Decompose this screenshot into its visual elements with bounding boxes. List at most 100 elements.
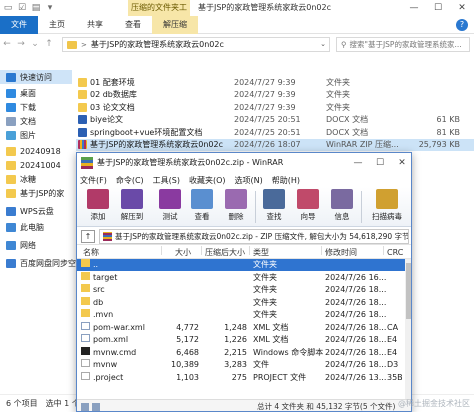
- archive-path-text: 基于JSP的家政管理系统家政云0n02c.zip - ZIP 压缩文件, 解包大…: [115, 232, 409, 241]
- column-divider[interactable]: [383, 246, 384, 255]
- new-folder-icon[interactable]: ▤: [31, 3, 41, 13]
- column-divider[interactable]: [249, 246, 250, 255]
- close-icon[interactable]: ✕: [450, 0, 474, 16]
- menu-file[interactable]: 文件(F): [80, 175, 107, 186]
- archive-path-field[interactable]: 基于JSP的家政管理系统家政云0n02c.zip - ZIP 压缩文件, 解包大…: [99, 229, 409, 244]
- toolbar-button[interactable]: 删除: [219, 189, 256, 225]
- sidebar-item[interactable]: WPS云盘: [6, 204, 54, 218]
- toolbar-button[interactable]: 查找: [257, 189, 291, 225]
- tab-home[interactable]: 主页: [38, 16, 76, 34]
- file-date: 2024/7/26 18:07: [234, 140, 301, 149]
- archive-row[interactable]: pom.xml 5,172 1,226 XML 文档 2024/7/26 18... E4: [77, 334, 405, 346]
- column-modified[interactable]: 修改时间: [325, 246, 357, 259]
- toolbar-button[interactable]: 查看: [185, 189, 219, 225]
- column-size[interactable]: 大小: [175, 246, 191, 259]
- up-arrow-icon[interactable]: ↑: [42, 37, 56, 51]
- sidebar-item[interactable]: 下载: [6, 100, 36, 114]
- column-divider[interactable]: [161, 246, 162, 255]
- file-row[interactable]: 01 配套环境 2024/7/27 9:39 文件夹: [76, 76, 474, 88]
- column-divider[interactable]: [321, 246, 322, 255]
- tab-view[interactable]: 查看: [114, 16, 152, 34]
- file-row[interactable]: springboot+vue环境配置文档 2024/7/25 20:51 DOCX …: [76, 126, 474, 138]
- archive-row-size: 5,172: [176, 335, 199, 344]
- zip-icon: [103, 232, 112, 241]
- close-icon[interactable]: ✕: [391, 153, 411, 173]
- archive-row[interactable]: .mvn 文件夹 2024/7/26 18...: [77, 309, 405, 321]
- maximize-icon[interactable]: ☐: [426, 0, 450, 16]
- archive-row-mtime: 2024/7/26 18...: [325, 335, 387, 344]
- sidebar-item-label: 文档: [20, 116, 36, 126]
- archive-row[interactable]: .. 文件夹: [77, 259, 405, 271]
- tab-share[interactable]: 共享: [76, 16, 114, 34]
- breadcrumb-current[interactable]: 基于JSP的家政管理系统家政云0n02c: [91, 39, 224, 50]
- toolbar-button[interactable]: 添加: [81, 189, 115, 225]
- file-row[interactable]: biye论文 2024/7/25 20:51 DOCX 文档 61 KB: [76, 114, 474, 126]
- sidebar-item[interactable]: 图片: [6, 128, 36, 142]
- archive-row-packed: 3,283: [224, 360, 247, 369]
- tab-extract[interactable]: 解压缩: [152, 15, 198, 34]
- word-document-icon: [78, 115, 87, 124]
- sidebar-item[interactable]: 文档: [6, 114, 36, 128]
- sidebar-item[interactable]: 20240918: [6, 144, 61, 158]
- winrar-titlebar: 基于JSP的家政管理系统家政云0n02c.zip - WinRAR — ☐ ✕: [77, 153, 411, 173]
- sidebar-item[interactable]: 此电脑: [6, 220, 44, 234]
- minimize-icon[interactable]: —: [347, 153, 369, 173]
- up-folder-button[interactable]: ↑: [81, 229, 95, 243]
- archive-row[interactable]: mvnw 10,389 3,283 文件 2024/7/26 18... D3: [77, 359, 405, 371]
- tab-file[interactable]: 文件: [0, 15, 38, 34]
- file-row[interactable]: 03 论文文档 2024/7/27 9:39 文件夹: [76, 101, 474, 113]
- winrar-window-controls: — ☐ ✕: [347, 153, 411, 173]
- menu-commands[interactable]: 命令(C): [116, 175, 144, 186]
- menu-help[interactable]: 帮助(H): [272, 175, 300, 186]
- maximize-icon[interactable]: ☐: [369, 153, 391, 173]
- toolbar-button[interactable]: 向导: [291, 189, 325, 225]
- toolbar-button[interactable]: 信息: [325, 189, 362, 225]
- column-packed[interactable]: 压缩后大小: [205, 246, 245, 259]
- recent-dropdown-icon[interactable]: ⌄: [28, 37, 42, 51]
- column-crc[interactable]: CRC: [387, 246, 403, 259]
- archive-row[interactable]: target 文件夹 2024/7/26 16...: [77, 271, 405, 284]
- file-row[interactable]: 02 db数据库 2024/7/27 9:39 文件夹: [76, 89, 474, 101]
- sidebar-item[interactable]: 快速访问: [0, 70, 72, 84]
- key-icon[interactable]: [92, 403, 100, 411]
- checkbox-icon[interactable]: ☑: [17, 3, 27, 13]
- sidebar-item[interactable]: 百度网盘同步空间: [6, 256, 84, 270]
- sidebar-item[interactable]: 网络: [6, 238, 36, 252]
- extract-to-icon: [121, 189, 143, 209]
- toolbar-button[interactable]: 解压到: [115, 189, 149, 225]
- archive-row[interactable]: db 文件夹 2024/7/26 18...: [77, 296, 405, 309]
- forward-arrow-icon[interactable]: →: [14, 37, 28, 51]
- chevron-down-icon[interactable]: ⌄: [320, 40, 326, 48]
- archive-row-name: pom.xml: [93, 335, 129, 344]
- column-divider[interactable]: [201, 246, 202, 255]
- archive-row[interactable]: pom-war.xml 4,772 1,248 XML 文档 2024/7/26 18.…: [77, 321, 405, 334]
- archive-row[interactable]: src 文件夹 2024/7/26 18...: [77, 284, 405, 296]
- back-arrow-icon[interactable]: ←: [0, 37, 14, 51]
- sidebar-item[interactable]: 冰糖: [6, 172, 36, 186]
- archive-row[interactable]: .project 1,103 275 PROJECT 文件 2024/7/26 13..…: [77, 371, 405, 384]
- menu-tools[interactable]: 工具(S): [153, 175, 180, 186]
- archive-row-type: Windows 命令脚本: [253, 347, 324, 357]
- sidebar-item[interactable]: 桌面: [6, 86, 36, 100]
- vertical-scrollbar[interactable]: [405, 259, 411, 399]
- file-row[interactable]: 基于JSP的家政管理系统家政云0n02c 2024/7/26 18:07 WinRA…: [76, 138, 474, 151]
- test-icon: [159, 189, 181, 209]
- menu-favorites[interactable]: 收藏夹(O): [189, 175, 226, 186]
- scrollbar-thumb[interactable]: [406, 263, 411, 319]
- column-name[interactable]: 名称: [83, 246, 99, 259]
- toolbar-button[interactable]: 扫描病毒: [365, 189, 409, 225]
- toolbar-button[interactable]: 测试: [153, 189, 187, 225]
- minimize-icon[interactable]: —: [402, 0, 426, 16]
- help-icon[interactable]: ?: [456, 19, 468, 31]
- sidebar-item[interactable]: 基于JSP的家: [6, 186, 64, 200]
- drive-icon[interactable]: [81, 403, 89, 411]
- search-input[interactable]: ⚲ 搜索"基于JSP的家政管理系统家...: [336, 37, 470, 52]
- sidebar-item[interactable]: 20241004: [6, 158, 61, 172]
- column-type[interactable]: 类型: [253, 246, 269, 259]
- file-type: DOCX 文档: [326, 115, 369, 124]
- menu-options[interactable]: 选项(N): [235, 175, 263, 186]
- customize-qa-icon[interactable]: ▾: [45, 3, 55, 13]
- archive-row-type: XML 文档: [253, 322, 289, 332]
- archive-row[interactable]: mvnw.cmd 6,468 2,215 Windows 命令脚本 2024/7/26 …: [77, 346, 405, 359]
- address-bar[interactable]: > 基于JSP的家政管理系统家政云0n02c ⌄: [62, 37, 330, 52]
